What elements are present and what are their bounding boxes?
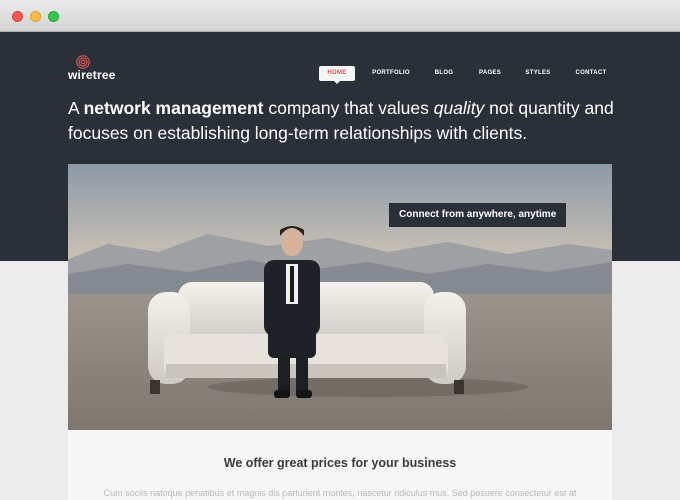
headline-text-2: company that values: [263, 98, 434, 118]
section-heading: We offer great prices for your business: [223, 456, 457, 470]
spiral-logo-icon: [76, 55, 90, 69]
window-titlebar: [0, 0, 680, 32]
headline-text-1: A: [68, 98, 84, 118]
nav-pages[interactable]: PAGES: [476, 66, 504, 81]
section-body-text: Cum sociis natoque penatibus et magnis d…: [103, 488, 577, 498]
headline-italic: quality: [433, 98, 485, 118]
hero-headline: A network management company that values…: [68, 96, 628, 146]
site-logo[interactable]: wiretree: [68, 55, 138, 85]
minimize-window-button[interactable]: [30, 11, 41, 22]
content-section: We offer great prices for your business …: [68, 430, 612, 500]
maximize-window-button[interactable]: [48, 11, 59, 22]
nav-contact[interactable]: CONTACT: [574, 66, 608, 81]
browser-window: wiretree HOME PORTFOLIO BLOG PAGES STYLE…: [0, 0, 680, 500]
nav-styles[interactable]: STYLES: [522, 66, 554, 81]
nav-blog[interactable]: BLOG: [430, 66, 458, 81]
close-window-button[interactable]: [12, 11, 23, 22]
nav-home[interactable]: HOME: [319, 66, 355, 84]
headline-bold: network management: [83, 98, 264, 118]
nav-portfolio[interactable]: PORTFOLIO: [370, 66, 412, 81]
logo-text: wiretree: [68, 68, 116, 82]
hero-caption: Connect from anywhere, anytime: [389, 203, 567, 227]
